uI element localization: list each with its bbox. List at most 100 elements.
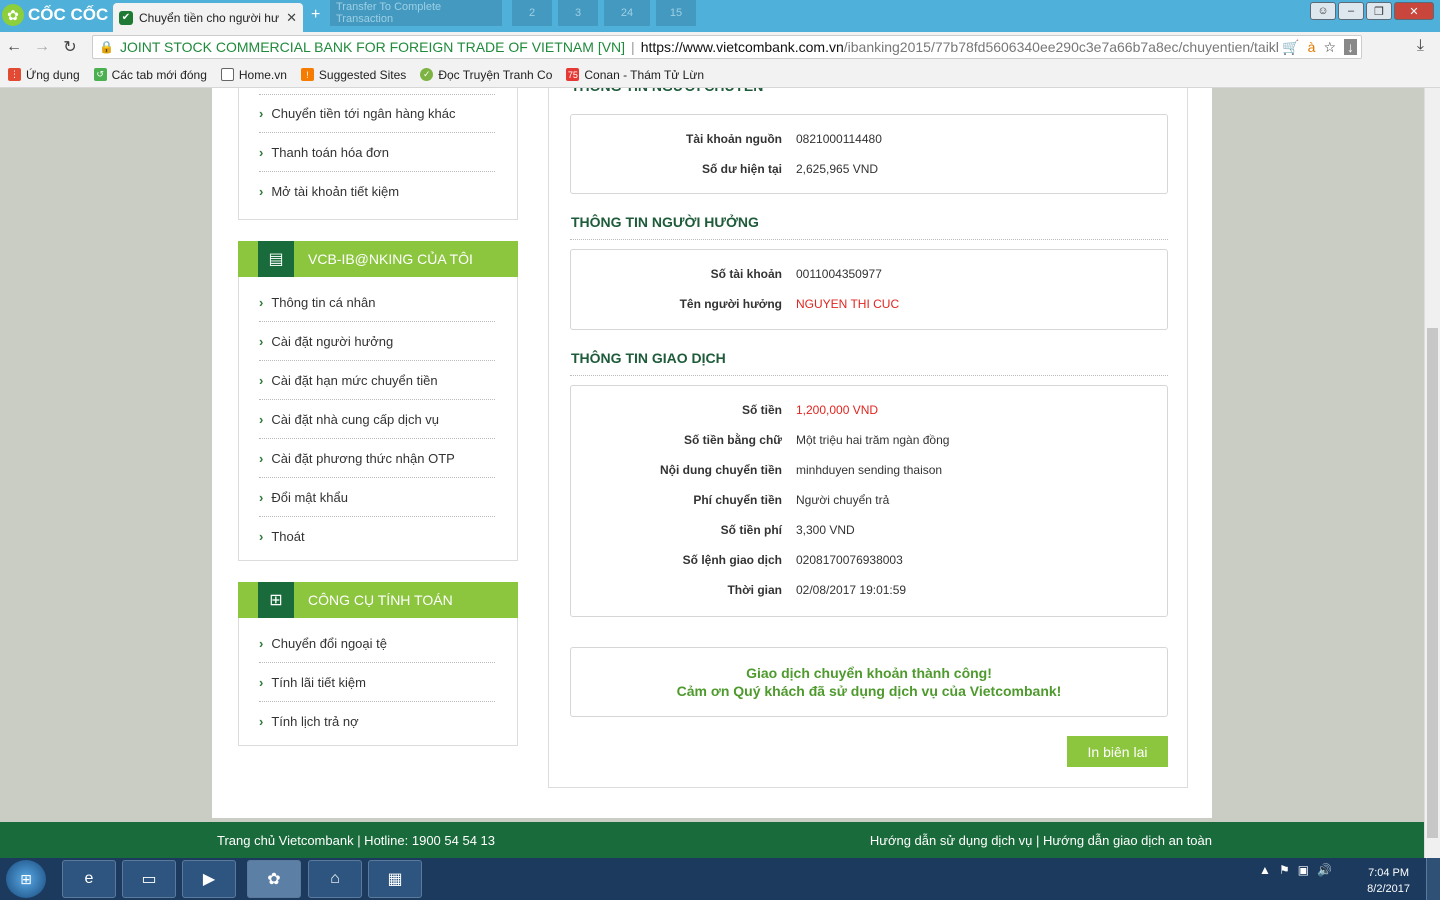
chevron-right-icon: › [259,714,264,729]
history-icon: ↺ [93,68,107,81]
address-bar[interactable]: 🔒 JOINT STOCK COMMERCIAL BANK FOR FOREIG… [92,35,1362,59]
chevron-right-icon: › [259,106,264,121]
bookmark-suggested-sites[interactable]: ! Suggested Sites [300,68,406,82]
info-row: Số lệnh giao dịch 0208170076938003 [682,553,903,567]
menu-item-loan-schedule[interactable]: › Tính lịch trả nợ [259,702,495,741]
spellcheck-icon[interactable]: à [1308,39,1316,55]
explorer-taskbar-icon[interactable]: ▭ [122,860,176,898]
menu-item-limit-settings[interactable]: › Cài đặt hạn mức chuyển tiền [259,361,495,400]
blurred-counter: 2 [512,0,552,26]
bookmark-homevn[interactable]: Home.vn [220,68,287,82]
info-row: Số tiền 1,200,000 VND [741,403,879,417]
app-taskbar-icon-2[interactable]: ▦ [368,860,422,898]
url-host: https://www.vietcombank.com.vn [640,39,844,55]
menu-item-provider-settings[interactable]: › Cài đặt nhà cung cấp dịch vụ [259,400,495,439]
footer-guides[interactable]: Hướng dẫn sử dụng dịch vụ | Hướng dẫn gi… [870,833,1212,848]
bookmark-conan[interactable]: 75 Conan - Thám Tử Lừn [566,68,704,82]
blurred-counter: 24 [604,0,650,26]
bookmarks-bar: ⋮ Ứng dụng ↺ Các tab mới đóng Home.vn ! Sug… [0,62,1440,88]
show-desktop-button[interactable] [1426,858,1440,900]
chevron-right-icon: › [259,635,264,651]
section-header-tools: ⊞ CÔNG CỤ TÍNH TOÁN [238,582,518,618]
menu-item-personal-info[interactable]: › Thông tin cá nhân [259,283,495,322]
close-tab-icon[interactable]: ✕ [286,10,297,26]
chevron-right-icon: › [259,411,264,427]
user-card-icon: ▤ [258,241,294,277]
new-tab-button[interactable]: + [311,6,320,24]
flag-icon[interactable]: ⚑ [1279,863,1290,877]
chevron-right-icon: › [259,529,264,544]
bookmark-recent-tabs[interactable]: ↺ Các tab mới đóng [93,68,207,82]
info-row: Số tiền phí 3,300 VND [720,523,855,537]
info-row: Phí chuyển tiền Người chuyển trả [693,493,890,507]
menu-item-bill-payment[interactable]: › Thanh toán hóa đơn [259,133,495,172]
page-scrollbar[interactable] [1424,88,1440,858]
print-receipt-button[interactable]: In biên lai [1067,736,1168,767]
info-row: Tài khoản nguồn 0821000114480 [686,132,882,146]
chevron-right-icon: › [259,184,264,199]
section-header-my-ibanking: ▤ VCB-IB@NKING CỦA TÔI [238,241,518,277]
ie-taskbar-icon[interactable]: e [62,860,116,898]
user-icon[interactable]: ☺ [1310,2,1336,20]
volume-icon[interactable]: 🔊 [1317,863,1332,877]
ev-certificate-name[interactable]: JOINT STOCK COMMERCIAL BANK FOR FOREIGN … [120,39,625,55]
maximize-button[interactable]: ❐ [1366,2,1392,20]
reload-icon[interactable]: ↻ [56,37,84,57]
chevron-right-icon: › [259,144,264,160]
start-button[interactable]: ⊞ [6,860,46,898]
minimize-button[interactable]: – [1338,2,1364,20]
transfer-menu-box: › Chuyển tiền tới ngân hàng khác › Thanh t… [238,88,518,220]
download-arrow-icon[interactable]: ↓ [1344,39,1357,55]
sender-card: Tài khoản nguồn 0821000114480 Số dư hiện … [570,114,1168,194]
chevron-right-icon: › [259,372,264,388]
blurred-tab-text: Transfer To Complete Transaction [330,0,502,26]
site-footer: Trang chủ Vietcombank | Hotline: 1900 54… [0,822,1424,858]
menu-item-beneficiary-settings[interactable]: › Cài đặt người hưởng [259,322,495,361]
close-window-button[interactable]: ✕ [1394,2,1434,20]
bookmark-doc-truyen[interactable]: ✓ Đọc Truyện Tranh Co [420,68,552,82]
check-circle-icon: ✓ [420,68,434,81]
media-player-taskbar-icon[interactable]: ▶ [182,860,236,898]
scrollbar-thumb[interactable] [1427,328,1438,838]
suggested-sites-icon: ! [300,68,314,81]
network-icon[interactable]: ▣ [1298,863,1309,877]
app-taskbar-icon[interactable]: ⌂ [308,860,362,898]
chevron-right-icon: › [259,450,264,466]
info-row: Nội dung chuyển tiền minhduyen sending th… [660,463,943,477]
calculator-icon: ⊞ [258,582,294,618]
success-message: Giao dịch chuyển khoản thành công! Cảm ơ… [570,647,1168,717]
success-line-2: Cảm ơn Quý khách đã sử dụng dịch vụ của … [676,683,1062,699]
forward-arrow-icon[interactable]: → [28,38,56,56]
shield-icon: ✔ [119,10,133,25]
menu-item-currency-converter[interactable]: › Chuyển đổi ngoại tệ [259,624,495,663]
menu-item-transfer-other-bank[interactable]: › Chuyển tiền tới ngân hàng khác [259,94,495,133]
cart-icon[interactable]: 🛒 [1282,39,1299,56]
my-ibanking-menu: › Thông tin cá nhân › Cài đặt người hưởng … [238,277,518,561]
downloads-icon[interactable]: ⤓ [1417,37,1424,55]
star-icon[interactable]: ☆ [1323,39,1336,56]
menu-item-logout[interactable]: › Thoát [259,517,495,556]
bookmark-apps[interactable]: ⋮ Ứng dụng [8,68,80,82]
menu-item-open-savings[interactable]: › Mở tài khoản tiết kiệm [259,172,495,211]
footer-home-hotline[interactable]: Trang chủ Vietcombank | Hotline: 1900 54… [217,833,495,848]
transaction-card: Số tiền 1,200,000 VND Số tiền bằng chữ Một… [570,385,1168,617]
browser-tab-active[interactable]: ✔ Chuyển tiền cho người hư ✕ [113,3,303,32]
window-controls: ☺ – ❐ ✕ [1310,2,1434,20]
address-bar-icons: 🛒 à ☆ ↓ [1278,36,1361,58]
tray-arrow-icon[interactable]: ▲ [1259,863,1271,877]
menu-item-change-password[interactable]: › Đổi mật khẩu [259,478,495,517]
back-arrow-icon[interactable]: ← [0,38,28,56]
menu-item-savings-interest[interactable]: › Tính lãi tiết kiệm [259,663,495,702]
address-separator: | [631,39,635,55]
taskbar-clock[interactable]: 7:04 PM 8/2/2017 [1367,865,1410,897]
success-line-1: Giao dịch chuyển khoản thành công! [746,665,992,681]
coccoc-logo[interactable]: ✿ CỐC CỐC [2,2,110,28]
divider [570,239,1168,240]
info-row: Số tài khoản 0011004350977 [710,267,882,281]
menu-item-otp-settings[interactable]: › Cài đặt phương thức nhận OTP [259,439,495,478]
info-row: Số dư hiện tại 2,625,965 VND [701,162,879,176]
coccoc-icon: ✿ [2,4,24,26]
browser-toolbar: ← → ↻ 🔒 JOINT STOCK COMMERCIAL BANK FOR … [0,32,1440,62]
divider [570,375,1168,376]
coccoc-taskbar-icon[interactable]: ✿ [247,860,301,898]
